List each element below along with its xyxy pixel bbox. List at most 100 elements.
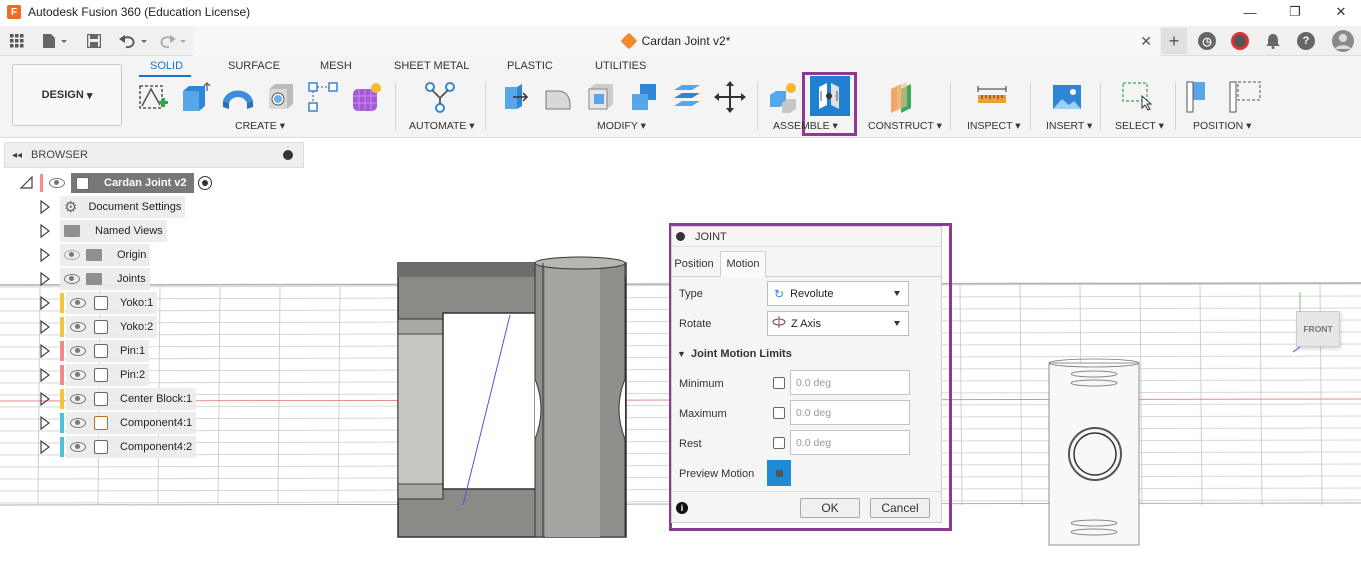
list-item[interactable]: Pin:2 bbox=[40, 364, 150, 386]
new-component-icon[interactable] bbox=[765, 80, 799, 114]
info-icon[interactable]: i bbox=[676, 502, 688, 514]
visibility-eye-icon[interactable] bbox=[70, 442, 86, 452]
activate-radio-icon[interactable] bbox=[197, 176, 212, 190]
select-menu[interactable]: SELECT ▾ bbox=[1115, 120, 1164, 132]
hidden-eye-icon[interactable] bbox=[64, 250, 80, 260]
create-sketch-icon[interactable] bbox=[136, 80, 170, 114]
offset-face-icon[interactable] bbox=[670, 80, 704, 114]
move-copy-icon[interactable] bbox=[713, 80, 747, 114]
list-item[interactable]: ⚙ Document Settings bbox=[40, 196, 186, 218]
visibility-eye-icon[interactable] bbox=[70, 322, 86, 332]
position-menu[interactable]: POSITION ▾ bbox=[1193, 120, 1251, 132]
expand-tree-icon[interactable] bbox=[20, 176, 34, 190]
revert-position-icon[interactable] bbox=[1228, 80, 1262, 114]
list-item[interactable]: Center Block:1 bbox=[40, 388, 197, 410]
pattern-icon[interactable] bbox=[306, 80, 340, 114]
expand-tree-icon[interactable] bbox=[40, 200, 50, 214]
joint-motion-limits-section[interactable]: ▼ Joint Motion Limits bbox=[677, 348, 792, 360]
minimum-checkbox[interactable] bbox=[773, 377, 785, 389]
hole-icon[interactable] bbox=[264, 80, 298, 114]
visibility-eye-icon[interactable] bbox=[70, 394, 86, 404]
automate-menu[interactable]: AUTOMATE ▾ bbox=[409, 120, 475, 132]
minimize-button[interactable]: — bbox=[1240, 2, 1260, 22]
list-item[interactable]: Component4:2 bbox=[40, 436, 197, 458]
collapse-section-icon[interactable]: ▼ bbox=[677, 349, 686, 359]
rest-checkbox[interactable] bbox=[773, 437, 785, 449]
construct-menu[interactable]: CONSTRUCT ▾ bbox=[868, 120, 942, 132]
shell-icon[interactable] bbox=[584, 80, 618, 114]
capture-position-icon[interactable] bbox=[1185, 80, 1219, 114]
expand-tree-icon[interactable] bbox=[40, 344, 50, 358]
root-component-tag[interactable]: Cardan Joint v2 bbox=[71, 173, 194, 193]
revolve-icon[interactable] bbox=[221, 80, 255, 114]
list-item[interactable]: Yoko:1 bbox=[40, 292, 158, 314]
expand-tree-icon[interactable] bbox=[40, 272, 50, 286]
extrude-icon[interactable] bbox=[178, 80, 212, 114]
expand-tree-icon[interactable] bbox=[40, 224, 50, 238]
expand-tree-icon[interactable] bbox=[40, 368, 50, 382]
fillet-icon[interactable] bbox=[541, 80, 575, 114]
tab-position[interactable]: Position bbox=[672, 251, 716, 277]
offset-plane-icon[interactable] bbox=[886, 80, 920, 114]
maximum-checkbox[interactable] bbox=[773, 407, 785, 419]
notifications-bell-icon[interactable] bbox=[1262, 30, 1284, 52]
select-icon[interactable] bbox=[1120, 80, 1154, 114]
save-icon[interactable] bbox=[86, 30, 102, 52]
collapse-dialog-icon[interactable] bbox=[676, 232, 685, 241]
minimum-input[interactable]: 0.0 deg bbox=[790, 370, 910, 395]
visibility-eye-icon[interactable] bbox=[70, 418, 86, 428]
insert-image-icon[interactable] bbox=[1050, 80, 1084, 114]
list-item[interactable]: Named Views bbox=[40, 220, 167, 242]
tab-motion[interactable]: Motion bbox=[720, 251, 766, 277]
visibility-eye-icon[interactable] bbox=[64, 274, 80, 284]
automate-icon[interactable] bbox=[423, 80, 457, 114]
tab-mesh[interactable]: MESH bbox=[320, 60, 352, 72]
cancel-button[interactable]: Cancel bbox=[870, 498, 930, 518]
expand-tree-icon[interactable] bbox=[40, 296, 50, 310]
close-tab-icon[interactable]: ✕ bbox=[1140, 33, 1152, 50]
collapse-browser-icon[interactable]: ◂◂ bbox=[12, 150, 22, 161]
modify-menu[interactable]: MODIFY ▾ bbox=[597, 120, 646, 132]
assemble-menu[interactable]: ASSEMBLE ▾ bbox=[773, 120, 838, 132]
inspect-menu[interactable]: INSPECT ▾ bbox=[967, 120, 1021, 132]
help-icon[interactable]: ? bbox=[1295, 30, 1317, 52]
press-pull-icon[interactable] bbox=[498, 80, 532, 114]
combine-icon[interactable] bbox=[627, 80, 661, 114]
visibility-eye-icon[interactable] bbox=[70, 346, 86, 356]
expand-tree-icon[interactable] bbox=[40, 248, 50, 262]
measure-icon[interactable] bbox=[975, 80, 1009, 114]
list-item[interactable]: Origin bbox=[40, 244, 151, 266]
list-item[interactable]: Joints bbox=[40, 268, 150, 290]
create-menu[interactable]: CREATE ▾ bbox=[235, 120, 285, 132]
tab-surface[interactable]: SURFACE bbox=[228, 60, 280, 72]
expand-tree-icon[interactable] bbox=[40, 392, 50, 406]
list-item[interactable]: Component4:1 bbox=[40, 412, 197, 434]
workspace-switcher[interactable]: DESIGN ▾ bbox=[12, 64, 122, 126]
tab-utilities[interactable]: UTILITIES bbox=[595, 60, 646, 72]
insert-menu[interactable]: INSERT ▾ bbox=[1046, 120, 1092, 132]
expand-tree-icon[interactable] bbox=[40, 440, 50, 454]
browser-root-row[interactable]: Cardan Joint v2 bbox=[20, 172, 212, 194]
browser-minimize-icon[interactable] bbox=[283, 150, 293, 160]
ok-button[interactable]: OK bbox=[800, 498, 860, 518]
document-tab[interactable]: Cardan Joint v2* ✕ bbox=[193, 26, 1160, 56]
file-menu-icon[interactable] bbox=[40, 30, 70, 52]
list-item[interactable]: Pin:1 bbox=[40, 340, 150, 362]
restore-button[interactable]: ❐ bbox=[1285, 2, 1305, 22]
undo-icon[interactable] bbox=[118, 30, 150, 52]
preview-motion-button[interactable] bbox=[767, 460, 791, 486]
close-window-button[interactable]: ✕ bbox=[1331, 2, 1351, 22]
extensions-icon[interactable] bbox=[1229, 30, 1251, 52]
tab-plastic[interactable]: PLASTIC bbox=[507, 60, 553, 72]
redo-icon[interactable] bbox=[157, 30, 189, 52]
tab-solid[interactable]: SOLID bbox=[150, 60, 183, 72]
list-item[interactable]: Yoko:2 bbox=[40, 316, 158, 338]
create-form-icon[interactable] bbox=[349, 80, 383, 114]
type-select[interactable]: ↻ Revolute bbox=[767, 281, 909, 306]
expand-tree-icon[interactable] bbox=[40, 320, 50, 334]
job-status-icon[interactable]: ◷ bbox=[1196, 30, 1218, 52]
rest-input[interactable]: 0.0 deg bbox=[790, 430, 910, 455]
expand-tree-icon[interactable] bbox=[40, 416, 50, 430]
maximum-input[interactable]: 0.0 deg bbox=[790, 400, 910, 425]
visibility-eye-icon[interactable] bbox=[70, 370, 86, 380]
